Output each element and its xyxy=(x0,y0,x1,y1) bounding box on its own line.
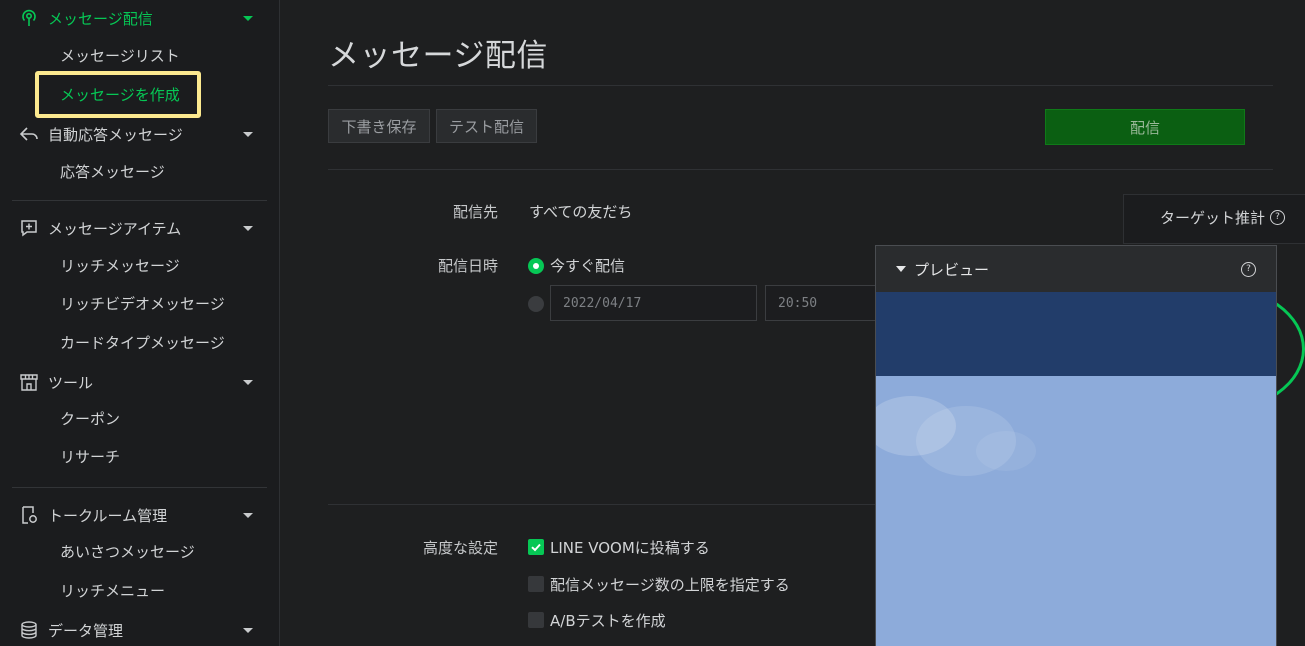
sidebar-item-card-message[interactable]: カードタイプメッセージ xyxy=(60,332,225,354)
sidebar-item-research[interactable]: リサーチ xyxy=(60,446,120,468)
sidebar-section-message-broadcast[interactable]: メッセージ配信 xyxy=(0,3,279,33)
sidebar-divider xyxy=(12,487,267,488)
preview-panel: プレビュー ? xyxy=(875,245,1277,646)
chevron-down-icon xyxy=(243,16,253,21)
chevron-down-icon xyxy=(243,132,253,137)
recipients-value[interactable]: すべての友だち xyxy=(529,201,632,222)
sidebar-section-tools[interactable]: ツール xyxy=(0,367,279,397)
message-limit-checkbox[interactable] xyxy=(528,576,544,592)
collapse-triangle-icon xyxy=(896,266,906,272)
preview-label: プレビュー xyxy=(914,261,990,279)
check-icon xyxy=(531,543,541,552)
send-now-label: 今すぐ配信 xyxy=(550,257,626,275)
add-message-icon xyxy=(19,218,39,238)
sidebar-item-rich-menu[interactable]: リッチメニュー xyxy=(60,580,165,602)
save-draft-button[interactable]: 下書き保存 xyxy=(328,109,430,143)
voom-post-label: LINE VOOMに投稿する xyxy=(550,539,710,557)
sidebar-item-rich-video-message[interactable]: リッチビデオメッセージ xyxy=(60,293,225,315)
sidebar-section-data-management[interactable]: データ管理 xyxy=(0,615,279,645)
sidebar-item-greeting-message[interactable]: あいさつメッセージ xyxy=(60,541,195,563)
send-now-radio[interactable] xyxy=(528,258,544,274)
broadcast-icon xyxy=(19,8,39,28)
sidebar-section-label: ツール xyxy=(48,373,94,392)
preview-header[interactable]: プレビュー ? xyxy=(876,246,1276,292)
title-divider xyxy=(328,85,1273,86)
scheduled-radio[interactable] xyxy=(528,296,544,312)
main-content: メッセージ配信 下書き保存 テスト配信 配信 配信先 すべての友だち 配信日時 … xyxy=(280,0,1305,646)
sidebar-section-label: メッセージ配信 xyxy=(48,9,153,28)
sidebar-section-message-items[interactable]: メッセージアイテム xyxy=(0,213,279,243)
schedule-label: 配信日時 xyxy=(437,257,498,275)
toolbar-divider xyxy=(328,169,1273,170)
chevron-down-icon xyxy=(243,513,253,518)
time-input[interactable]: 20:50 xyxy=(765,285,885,321)
database-icon xyxy=(19,620,39,640)
message-limit-label: 配信メッセージ数の上限を指定する xyxy=(550,576,790,594)
date-input[interactable]: 2022/04/17 xyxy=(550,285,757,321)
chevron-down-icon xyxy=(243,226,253,231)
sidebar: メッセージ配信 メッセージリスト メッセージを作成 自動応答メッセージ 応答メッ… xyxy=(0,0,280,646)
chat-settings-icon xyxy=(19,505,39,525)
chevron-down-icon xyxy=(243,380,253,385)
sidebar-section-chat-management[interactable]: トークルーム管理 xyxy=(0,500,279,530)
ab-test-checkbox[interactable] xyxy=(528,612,544,628)
help-icon[interactable]: ? xyxy=(1270,210,1285,225)
sidebar-item-coupon[interactable]: クーポン xyxy=(60,408,120,430)
preview-image xyxy=(876,376,1276,646)
ab-test-label: A/Bテストを作成 xyxy=(550,612,666,630)
sidebar-divider xyxy=(12,200,267,201)
sidebar-section-auto-reply[interactable]: 自動応答メッセージ xyxy=(0,119,279,149)
sidebar-section-label: トークルーム管理 xyxy=(48,506,168,525)
page-title: メッセージ配信 xyxy=(328,38,548,74)
test-send-button[interactable]: テスト配信 xyxy=(436,109,537,143)
help-icon[interactable]: ? xyxy=(1241,262,1256,277)
target-estimate-label: ターゲット推計 xyxy=(1160,209,1266,227)
sidebar-item-rich-message[interactable]: リッチメッセージ xyxy=(60,255,180,277)
sidebar-item-message-list[interactable]: メッセージリスト xyxy=(60,45,180,67)
advanced-settings-label: 高度な設定 xyxy=(422,539,498,557)
sidebar-section-label: データ管理 xyxy=(48,621,124,640)
preview-header-bar xyxy=(876,292,1276,376)
sidebar-section-label: 自動応答メッセージ xyxy=(48,125,183,144)
voom-post-checkbox[interactable] xyxy=(528,539,544,555)
sidebar-item-create-message[interactable]: メッセージを作成 xyxy=(60,84,180,106)
chevron-down-icon xyxy=(243,628,253,633)
reply-icon xyxy=(19,124,39,144)
sidebar-item-reply-message[interactable]: 応答メッセージ xyxy=(60,161,165,183)
send-button[interactable]: 配信 xyxy=(1045,109,1245,145)
recipients-label: 配信先 xyxy=(452,203,498,221)
store-icon xyxy=(19,372,39,392)
sidebar-section-label: メッセージアイテム xyxy=(48,219,182,238)
